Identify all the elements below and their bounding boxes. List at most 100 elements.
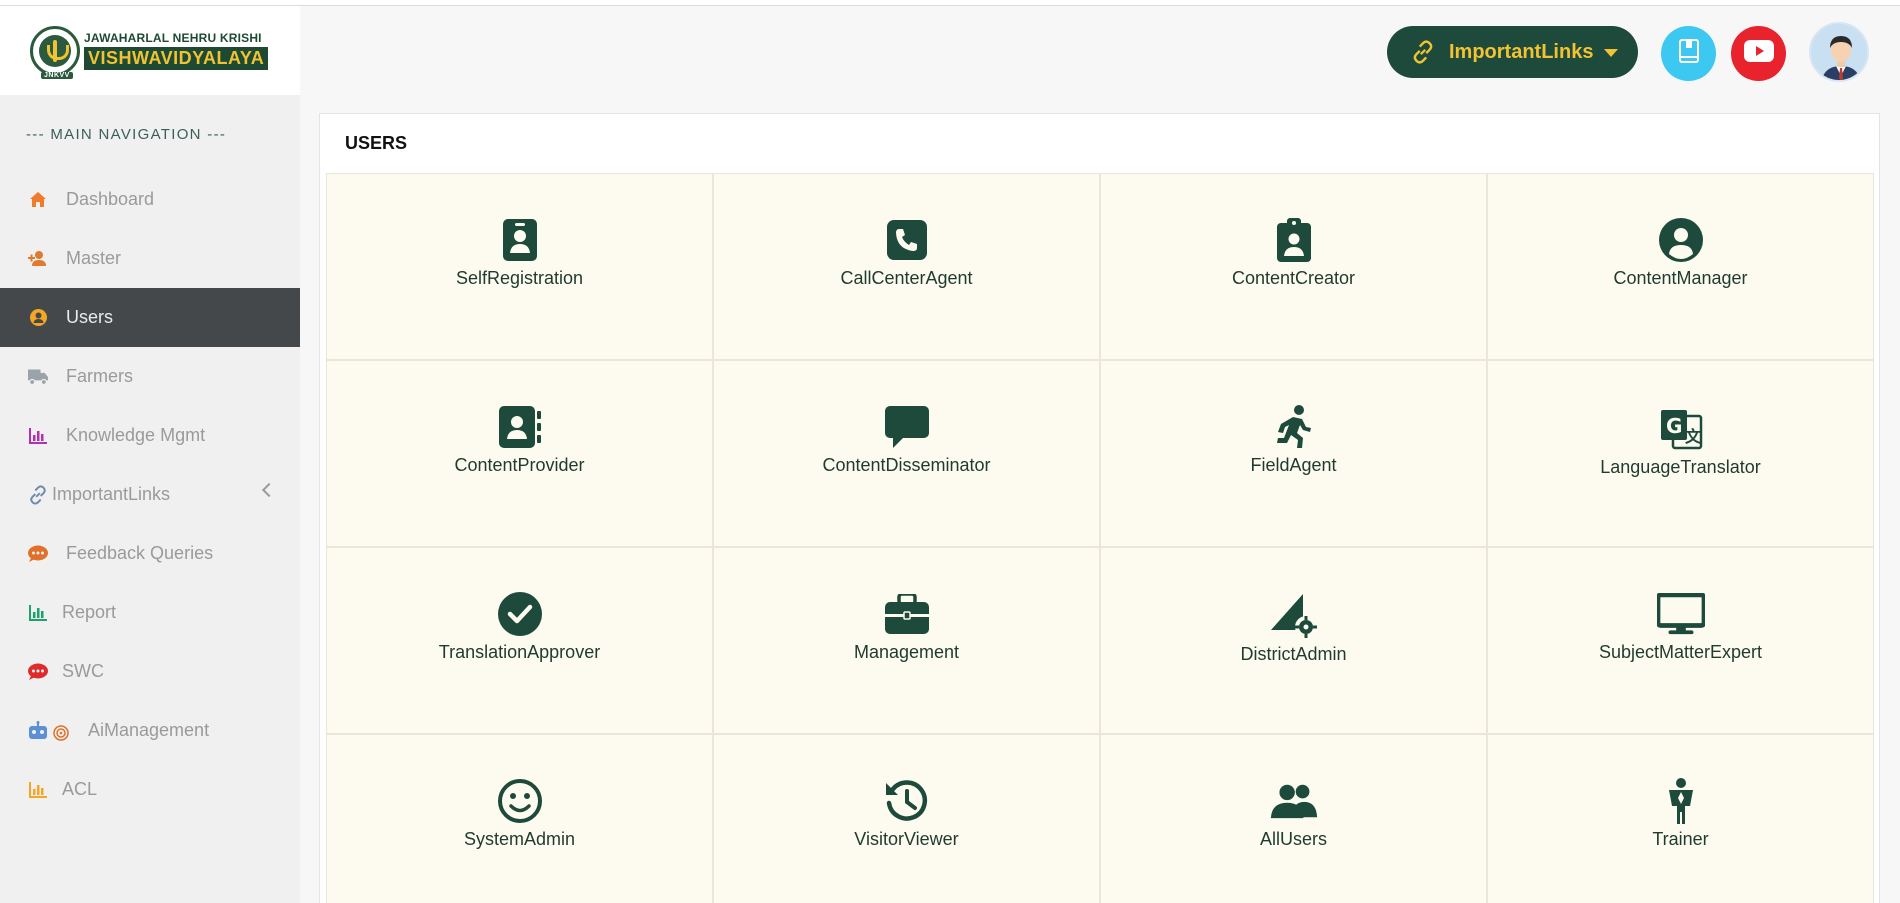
tile-languagetranslator[interactable]: G文 LanguageTranslator	[1487, 360, 1874, 547]
sidebar-item-farmers[interactable]: Farmers	[0, 347, 300, 406]
tile-label: CallCenterAgent	[840, 268, 973, 288]
tile-callcenteragent[interactable]: CallCenterAgent	[713, 173, 1100, 360]
tile-label: SubjectMatterExpert	[1598, 642, 1763, 662]
monitor-icon	[1656, 590, 1705, 638]
tile-label: ContentManager	[1613, 268, 1748, 288]
tile-contentcreator[interactable]: ContentCreator	[1100, 173, 1487, 360]
tile-label: TranslationApprover	[438, 642, 601, 662]
chevron-left-icon[interactable]	[261, 482, 277, 498]
truck-icon	[28, 367, 48, 387]
top-header: ImportantLinks	[300, 6, 1900, 95]
logo-tag: JNKVV	[41, 71, 73, 79]
phone-square-icon	[883, 216, 931, 264]
tile-label: ContentCreator	[1231, 268, 1356, 288]
sidebar-item-label: Knowledge Mgmt	[66, 425, 206, 445]
sidebar-item-label: Report	[62, 602, 117, 622]
sidebar-item-label: SWC	[62, 661, 104, 681]
caret-down-icon	[1604, 49, 1618, 57]
sidebar-item-label: ACL	[62, 779, 98, 799]
sidebar-item-acl[interactable]: ACL	[0, 760, 300, 819]
tile-visitorviewer[interactable]: VisitorViewer	[713, 734, 1100, 903]
tile-contentdisseminator[interactable]: ContentDisseminator	[713, 360, 1100, 547]
running-icon	[1270, 403, 1318, 451]
child-icon	[1657, 777, 1705, 825]
tile-subjectmatterexpert[interactable]: SubjectMatterExpert	[1487, 547, 1874, 734]
bar-chart-icon	[28, 603, 48, 623]
book-button[interactable]	[1661, 26, 1716, 81]
tile-label: Management	[853, 642, 960, 662]
svg-text:G: G	[1666, 414, 1682, 438]
sidebar-item-label: Master	[66, 248, 122, 268]
tile-management[interactable]: Management	[713, 547, 1100, 734]
home-icon	[28, 190, 48, 210]
tile-selfregistration[interactable]: SelfRegistration	[326, 173, 713, 360]
tile-contentmanager[interactable]: ContentManager	[1487, 173, 1874, 360]
tile-trainer[interactable]: Trainer	[1487, 734, 1874, 903]
comment-dots-icon	[28, 544, 48, 564]
sidebar-item-swc[interactable]: SWC	[0, 642, 300, 701]
sidebar-item-dashboard[interactable]: Dashboard	[0, 170, 300, 229]
logo-line2: VISHWAVIDYALAYA	[84, 47, 269, 70]
user-plus-icon	[28, 249, 48, 269]
sidebar-item-knowledge-mgmt[interactable]: Knowledge Mgmt	[0, 406, 300, 465]
clipboard-user-icon	[1270, 216, 1318, 264]
address-book-icon	[496, 403, 544, 451]
tile-label: DistrictAdmin	[1240, 644, 1347, 664]
tile-fieldagent[interactable]: FieldAgent	[1100, 360, 1487, 547]
sidebar-item-label: Dashboard	[66, 189, 155, 209]
sidebar-item-label: Feedback Queries	[66, 543, 214, 563]
important-links-dropdown[interactable]: ImportantLinks	[1387, 26, 1638, 78]
tile-label: AllUsers	[1259, 829, 1327, 849]
robot-icon	[28, 720, 72, 741]
users-icon	[1270, 777, 1318, 825]
book-icon	[1678, 39, 1700, 68]
comment-dots-icon	[28, 662, 48, 682]
svg-text:文: 文	[1685, 427, 1702, 446]
smile-icon	[496, 777, 544, 825]
tile-label: Trainer	[1652, 829, 1709, 849]
user-circle-icon	[1657, 216, 1705, 264]
tile-label: LanguageTranslator	[1600, 457, 1761, 477]
tile-label: FieldAgent	[1250, 455, 1337, 475]
bar-chart-icon	[28, 426, 48, 446]
logo-line1: JAWAHARLAL NEHRU KRISHI	[84, 31, 262, 45]
logo-emblem-icon: JNKVV	[30, 25, 80, 79]
history-icon	[883, 777, 931, 825]
logo[interactable]: JNKVV JAWAHARLAL NEHRU KRISHI VISHWAVIDY…	[0, 6, 300, 95]
tile-contentprovider[interactable]: ContentProvider	[326, 360, 713, 547]
sidebar-item-label: AiManagement	[88, 720, 210, 740]
tile-label: SelfRegistration	[455, 268, 584, 288]
nav-header: --- MAIN NAVIGATION ---	[26, 126, 227, 143]
tile-label: SystemAdmin	[463, 829, 576, 849]
sidebar-item-report[interactable]: Report	[0, 583, 300, 642]
youtube-button[interactable]	[1731, 26, 1786, 81]
tile-translationapprover[interactable]: TranslationApprover	[326, 547, 713, 734]
sidebar-item-label: Farmers	[66, 366, 133, 386]
sidebar-item-label: Users	[66, 307, 114, 327]
youtube-icon	[1743, 40, 1774, 67]
briefcase-icon	[883, 590, 931, 638]
tile-allusers[interactable]: AllUsers	[1100, 734, 1487, 903]
sidebar: JNKVV JAWAHARLAL NEHRU KRISHI VISHWAVIDY…	[0, 6, 300, 903]
tile-systemadmin[interactable]: SystemAdmin	[326, 734, 713, 903]
sidebar-item-label: ImportantLinks	[52, 484, 171, 504]
user-avatar[interactable]	[1809, 22, 1869, 82]
tile-label: ContentDisseminator	[822, 455, 991, 475]
users-card: USERS SelfRegistration CallCenterAgent C…	[319, 113, 1880, 903]
sidebar-item-aimanagement[interactable]: AiManagement	[0, 701, 300, 760]
translate-icon: G文	[1657, 405, 1705, 453]
link-icon	[1411, 40, 1435, 64]
page-title: USERS	[345, 133, 408, 153]
main-navigation: Dashboard Master Users Farmers Knowledge…	[0, 170, 300, 819]
sidebar-item-users[interactable]: Users	[0, 288, 300, 347]
tile-districtadmin[interactable]: DistrictAdmin	[1100, 547, 1487, 734]
user-circle-icon	[28, 308, 48, 328]
tile-label: ContentProvider	[454, 455, 585, 475]
sidebar-item-feedback-queries[interactable]: Feedback Queries	[0, 524, 300, 583]
tile-label: VisitorViewer	[854, 829, 959, 849]
signal-gear-icon	[1270, 592, 1318, 640]
important-links-label: ImportantLinks	[1449, 40, 1594, 63]
sidebar-item-importantlinks[interactable]: ImportantLinks	[0, 465, 300, 524]
sidebar-item-master[interactable]: Master	[0, 229, 300, 288]
users-grid: SelfRegistration CallCenterAgent Content…	[326, 173, 1874, 903]
